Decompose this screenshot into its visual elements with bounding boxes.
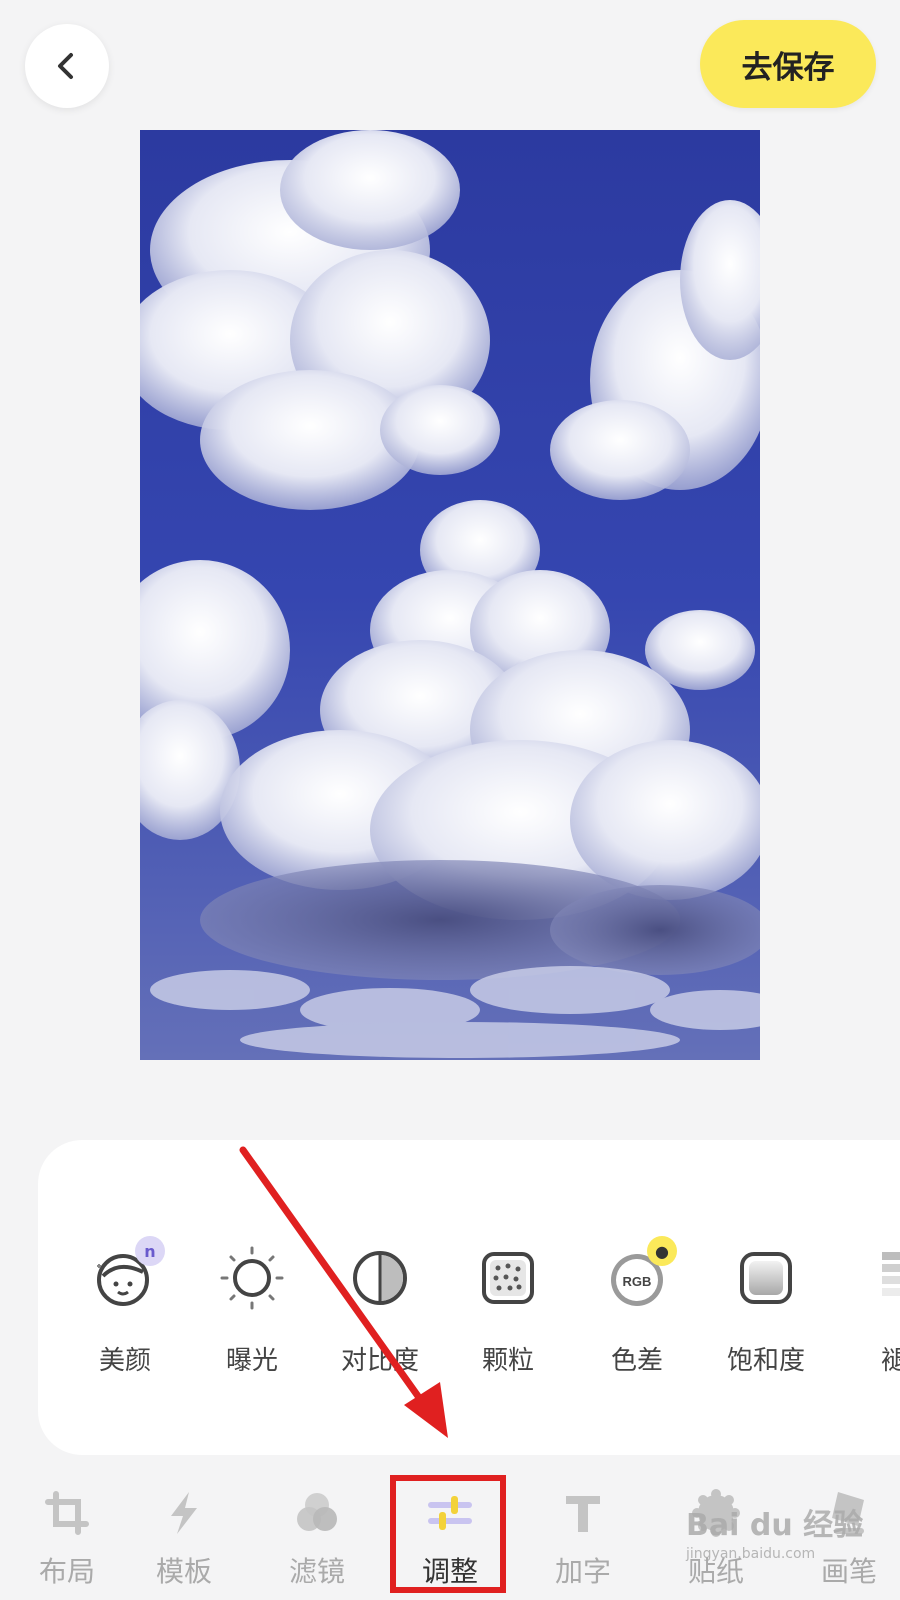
face-beauty-icon: n	[89, 1236, 165, 1314]
text-icon	[566, 1496, 600, 1532]
sky-clouds-image	[140, 130, 760, 1060]
watermark: Bai du 经验 jingyan.baidu.com	[686, 1500, 866, 1570]
nav-label: 模板	[155, 1555, 212, 1588]
back-button[interactable]	[25, 24, 109, 108]
fade-icon	[858, 1242, 900, 1314]
chevron-left-icon	[58, 53, 73, 79]
nav-template[interactable]: 模板	[117, 1470, 251, 1600]
sun-icon	[216, 1242, 288, 1314]
tool-contrast[interactable]: 对比度	[316, 1242, 444, 1382]
tool-grain[interactable]: 颗粒	[444, 1242, 572, 1382]
tool-saturation[interactable]: 饱和度	[702, 1242, 830, 1382]
crop-icon	[45, 1491, 89, 1535]
watermark-text: Bai du 经验	[686, 1508, 864, 1543]
nav-label: 滤镜	[288, 1555, 345, 1588]
tool-fade[interactable]: 褪	[830, 1242, 900, 1382]
tool-label: 颗粒	[481, 1346, 534, 1376]
nav-layout[interactable]: 布局	[0, 1470, 134, 1600]
nav-label: 布局	[38, 1555, 95, 1588]
tool-exposure[interactable]: 曝光	[188, 1242, 316, 1382]
tool-label: 美颜	[98, 1346, 151, 1376]
tool-label: 对比度	[340, 1346, 419, 1376]
tool-label: 褪	[880, 1346, 900, 1376]
watermark-url: jingyan.baidu.com	[686, 1546, 816, 1562]
lock-icon: ●	[647, 1236, 677, 1266]
new-badge: n	[135, 1236, 165, 1266]
save-button[interactable]: 去保存	[700, 20, 876, 108]
saturation-icon	[730, 1242, 802, 1314]
contrast-icon	[344, 1242, 416, 1314]
grain-icon	[472, 1242, 544, 1314]
filter-circles-icon	[297, 1493, 337, 1531]
tool-label: 饱和度	[726, 1346, 805, 1376]
tool-chromatic-aberration[interactable]: RGB ● 色差	[573, 1236, 701, 1382]
nav-filter[interactable]: 滤镜	[250, 1470, 384, 1600]
svg-text:RGB: RGB	[623, 1274, 652, 1289]
lightning-icon	[171, 1492, 197, 1534]
tool-label: 曝光	[225, 1346, 278, 1376]
photo-canvas[interactable]	[140, 130, 760, 1060]
nav-label: 加字	[554, 1555, 611, 1588]
rgb-icon: RGB ●	[601, 1236, 677, 1314]
tool-beauty[interactable]: n 美颜	[61, 1236, 189, 1382]
highlight-box	[390, 1475, 506, 1593]
tool-label: 色差	[610, 1346, 663, 1376]
nav-add-text[interactable]: 加字	[516, 1470, 650, 1600]
